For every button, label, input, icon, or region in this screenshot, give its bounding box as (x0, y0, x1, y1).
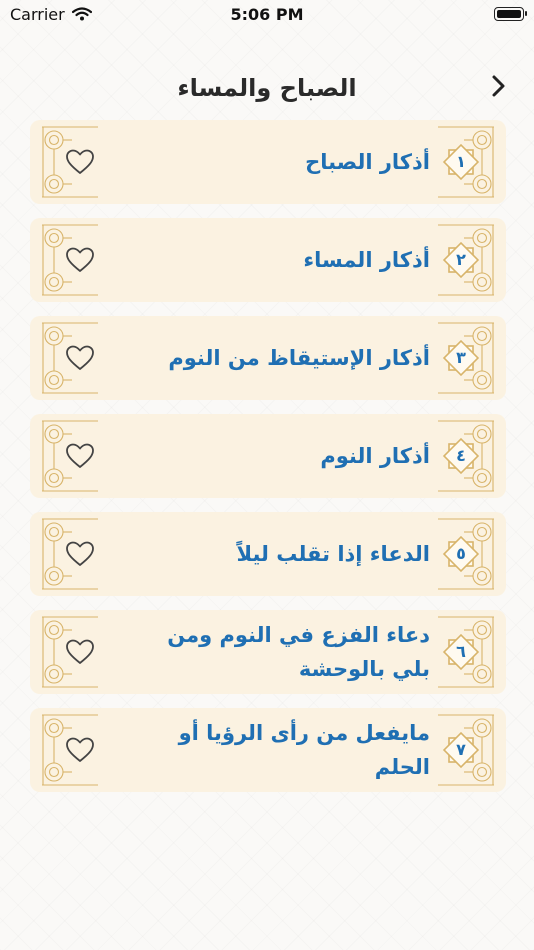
list-item[interactable]: ٢ أذكار المساء (30, 218, 506, 302)
heart-outline-icon[interactable] (64, 342, 96, 374)
status-time: 5:06 PM (230, 5, 304, 24)
heart-outline-icon[interactable] (64, 146, 96, 178)
navigation-bar: الصباح والمساء (0, 60, 534, 116)
list-item[interactable]: ٥ الدعاء إذا تقلب ليلاً (30, 512, 506, 596)
number-badge: ٦ (440, 631, 482, 673)
item-number: ٢ (456, 250, 466, 269)
item-number: ٧ (456, 740, 466, 759)
item-number: ٣ (456, 348, 466, 367)
item-title: أذكار الإستيقاظ من النوم (168, 346, 430, 370)
heart-outline-icon[interactable] (64, 636, 96, 668)
number-badge: ٢ (440, 239, 482, 281)
item-title: أذكار الصباح (305, 150, 430, 174)
heart-outline-icon[interactable] (64, 538, 96, 570)
item-number: ٥ (456, 544, 466, 563)
list-item[interactable]: ١ أذكار الصباح (30, 120, 506, 204)
number-badge: ٤ (440, 435, 482, 477)
heart-outline-icon[interactable] (64, 244, 96, 276)
battery-icon (494, 7, 527, 21)
heart-outline-icon[interactable] (64, 734, 96, 766)
adhkar-list: ١ أذكار الصباح ٢ أذكار المساء ٣ أذكار ال… (30, 120, 506, 806)
item-number: ٤ (456, 446, 466, 465)
number-badge: ٣ (440, 337, 482, 379)
list-item[interactable]: ٤ أذكار النوم (30, 414, 506, 498)
item-title: دعاء الفزع في النوم ومن بلي بالوحشة (167, 623, 430, 681)
number-badge: ١ (440, 141, 482, 183)
item-number: ٦ (456, 642, 466, 661)
number-badge: ٧ (440, 729, 482, 771)
item-title: مايفعل من رأى الرؤيا أو الحلم (178, 721, 430, 779)
item-number: ١ (456, 152, 466, 171)
status-bar: Carrier 5:06 PM (0, 0, 534, 30)
list-item[interactable]: ٧ مايفعل من رأى الرؤيا أو الحلم (30, 708, 506, 792)
list-item[interactable]: ٣ أذكار الإستيقاظ من النوم (30, 316, 506, 400)
item-title: الدعاء إذا تقلب ليلاً (236, 542, 431, 566)
item-title: أذكار النوم (320, 444, 430, 468)
list-item[interactable]: ٦ دعاء الفزع في النوم ومن بلي بالوحشة (30, 610, 506, 694)
page-title: الصباح والمساء (177, 74, 357, 102)
heart-outline-icon[interactable] (64, 440, 96, 472)
item-title: أذكار المساء (303, 248, 430, 272)
number-badge: ٥ (440, 533, 482, 575)
back-button[interactable] (484, 72, 512, 100)
chevron-right-icon (492, 75, 505, 97)
